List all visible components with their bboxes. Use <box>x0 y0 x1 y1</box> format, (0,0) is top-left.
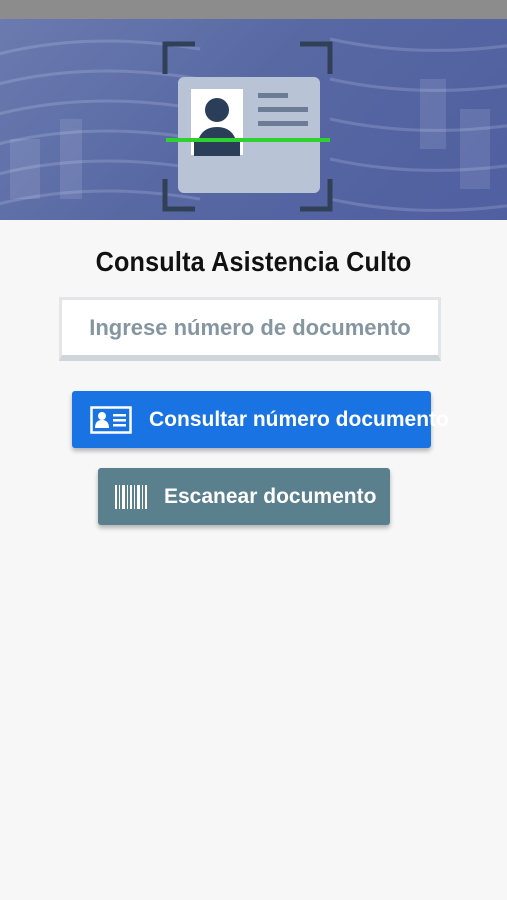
scan-line <box>166 138 330 142</box>
scan-button-label: Escanear documento <box>164 484 377 508</box>
document-input-container <box>59 297 441 361</box>
document-number-input[interactable] <box>62 300 438 355</box>
consult-button-label: Consultar número documento <box>149 407 449 431</box>
status-bar <box>0 0 507 19</box>
scan-document-button[interactable]: Escanear documento <box>98 468 390 525</box>
consult-document-button[interactable]: Consultar número documento <box>72 391 449 448</box>
barcode-icon <box>115 484 147 509</box>
hero-banner <box>0 19 507 220</box>
id-scan-illustration <box>162 41 333 212</box>
page-title: Consulta Asistencia Culto <box>95 246 412 277</box>
id-card-icon <box>90 405 132 434</box>
id-card-icon <box>178 77 320 193</box>
